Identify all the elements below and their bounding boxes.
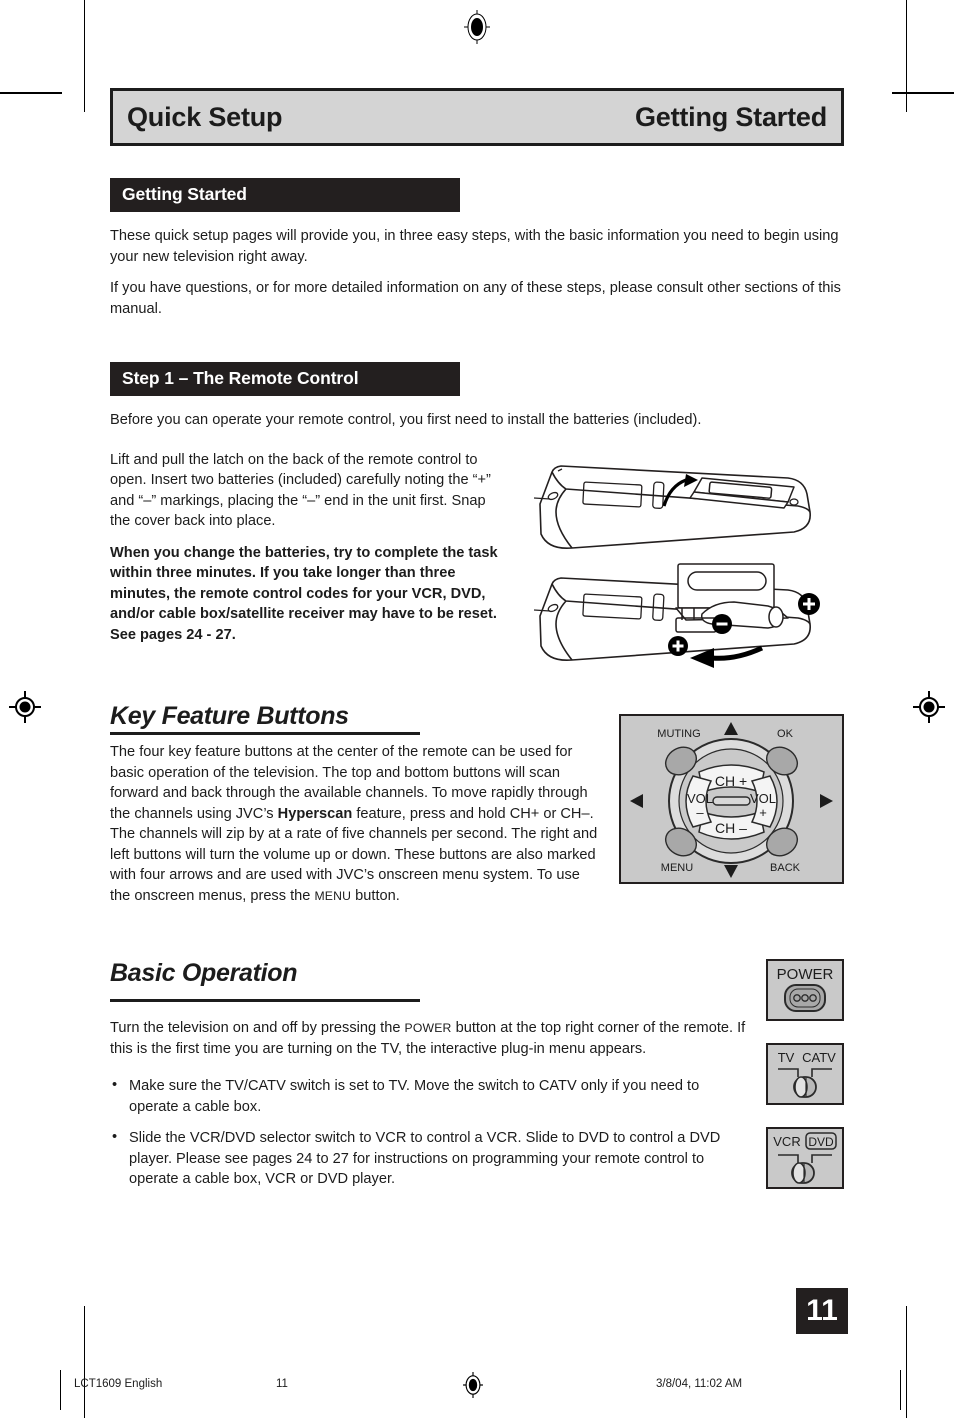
- basic-operation-bullets: Make sure the TV/CATV switch is set to T…: [110, 1075, 750, 1190]
- getting-started-paragraph-1: These quick setup pages will provide you…: [110, 228, 839, 265]
- footer-timestamp: 3/8/04, 11:02 AM: [656, 1378, 743, 1390]
- center-indicator: [712, 796, 751, 806]
- power-label: POWER: [777, 966, 834, 983]
- vcr-label: VCR: [773, 1134, 800, 1149]
- page-footer: LCT1609 English 11 3/8/04, 11:02 AM: [60, 1370, 901, 1410]
- remote-battery-illustrations: [518, 450, 844, 668]
- crop-mark-top-right: [906, 0, 907, 112]
- footer-rule-right: [900, 1370, 901, 1410]
- footer-page-number: 11: [276, 1378, 288, 1390]
- remote-cover-open-illustration: [533, 464, 811, 549]
- crop-mark-top-left: [84, 0, 85, 112]
- page-content: Quick Setup Getting Started Getting Star…: [110, 88, 844, 1201]
- header-right-title: Getting Started: [634, 101, 827, 132]
- volume-down-label-2: –: [696, 805, 704, 820]
- crop-mark-right-top: [892, 92, 954, 94]
- catv-label: CATV: [802, 1050, 836, 1065]
- page-header-bar: Quick Setup Getting Started: [110, 88, 844, 146]
- channel-down-label: CH –: [715, 820, 747, 836]
- channel-up-label: CH +: [715, 773, 747, 789]
- step1-paragraph: Lift and pull the latch on the back of t…: [110, 451, 491, 530]
- tv-label: TV: [778, 1050, 795, 1065]
- bo-text-1: Turn the television on and off by pressi…: [110, 1020, 405, 1036]
- remote-battery-insert-illustration: [533, 562, 820, 668]
- crop-mark-bottom-right: [906, 1306, 907, 1418]
- volume-up-label-1: VOL: [750, 791, 776, 806]
- step1-columns: Lift and pull the latch on the back of t…: [110, 450, 844, 668]
- basic-operation-body: Turn the television on and off by pressi…: [110, 1018, 750, 1059]
- basic-operation-heading: Basic Operation: [110, 959, 298, 987]
- key-feature-section: Key Feature Buttons The four key feature…: [110, 702, 844, 906]
- dvd-label: DVD: [808, 1135, 834, 1149]
- page-number-badge: 11: [796, 1288, 848, 1334]
- tv-catv-switch-diagram: TV CATV: [766, 1043, 844, 1105]
- bullet-vcr-dvd: Slide the VCR/DVD selector switch to VCR…: [110, 1127, 750, 1190]
- kf-text-3: button.: [351, 887, 400, 904]
- step1-warning: When you change the batteries, try to co…: [110, 544, 498, 643]
- kf-menu-smallcaps: Menu: [314, 888, 352, 903]
- step1-text-column: Lift and pull the latch on the back of t…: [110, 450, 500, 657]
- registration-mark-right: [913, 691, 945, 723]
- vcr-dvd-switch-diagram: VCR DVD: [766, 1127, 844, 1189]
- registration-mark-top: [464, 10, 490, 44]
- key-feature-heading: Key Feature Buttons: [110, 702, 349, 730]
- muting-label: MUTING: [657, 728, 700, 740]
- bullet-tv-catv: Make sure the TV/CATV switch is set to T…: [110, 1075, 750, 1117]
- footer-rule-left: [60, 1370, 61, 1410]
- bo-power-smallcaps: Power: [404, 1021, 452, 1035]
- crop-mark-left-top: [0, 92, 62, 94]
- menu-label: MENU: [661, 862, 693, 874]
- crop-mark-bottom-left: [84, 1306, 85, 1418]
- key-feature-body: The four key feature buttons at the cent…: [110, 742, 600, 906]
- footer-registration-mark: [463, 1372, 483, 1398]
- key-feature-buttons-diagram: MUTING OK MENU BACK CH + CH – VOL – VOL …: [619, 714, 844, 884]
- kf-hyperscan: Hyperscan: [277, 805, 353, 822]
- registration-mark-left: [9, 691, 41, 723]
- volume-down-label-1: VOL: [687, 791, 713, 806]
- basic-operation-section: Basic Operation Turn the television on a…: [110, 959, 844, 1190]
- footer-document-id: LCT1609 English: [74, 1378, 163, 1390]
- volume-up-label-2: +: [759, 805, 767, 820]
- power-button-diagram: POWER: [766, 959, 844, 1021]
- getting-started-paragraph-2: If you have questions, or for more detai…: [110, 280, 841, 317]
- header-left-title: Quick Setup: [127, 101, 283, 132]
- section-banner-getting-started: Getting Started: [110, 178, 460, 212]
- back-label: BACK: [770, 862, 801, 874]
- step1-intro: Before you can operate your remote contr…: [110, 412, 702, 428]
- ok-label: OK: [777, 728, 794, 740]
- section-banner-step-1: Step 1 – The Remote Control: [110, 362, 460, 396]
